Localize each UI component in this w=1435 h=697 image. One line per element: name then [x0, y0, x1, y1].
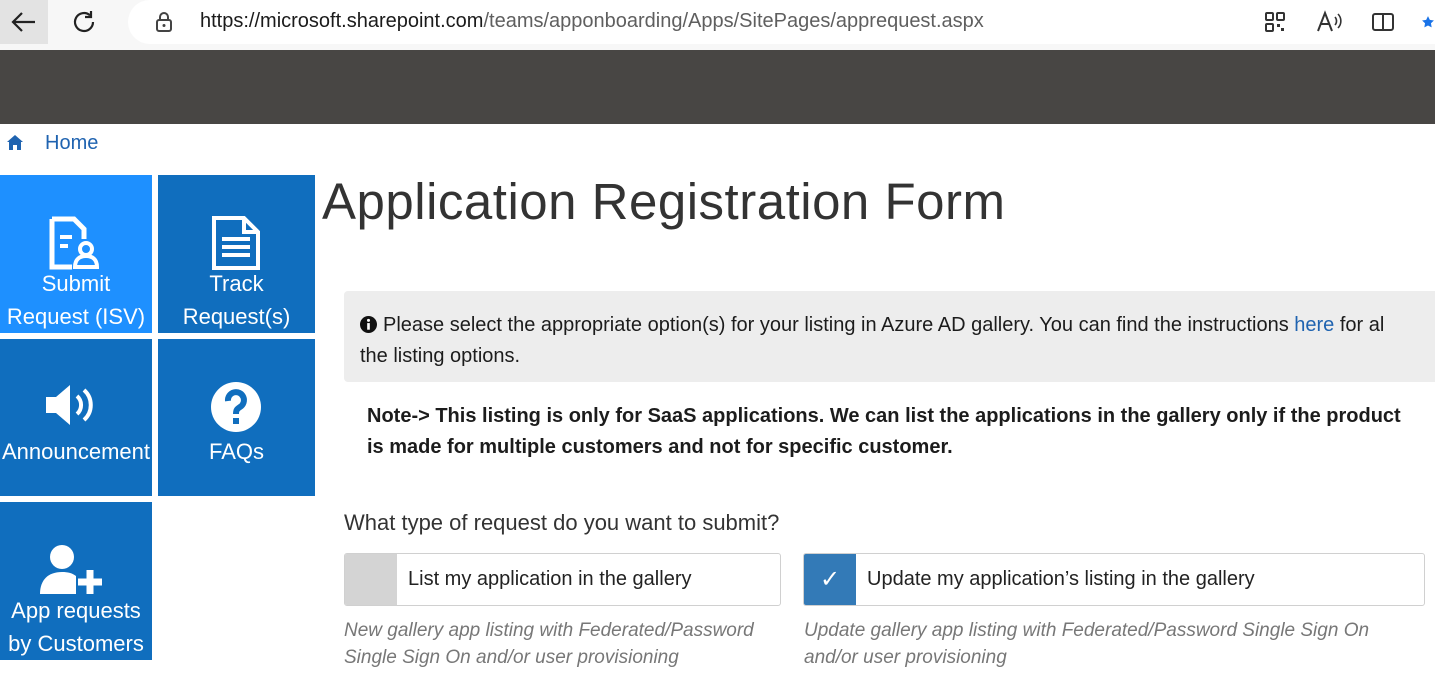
apps-grid-icon[interactable] — [1261, 8, 1289, 36]
tile-track-label: Track Request(s) — [182, 271, 291, 329]
tile-announcement-label: Announcement — [2, 439, 150, 464]
split-screen-icon[interactable] — [1369, 8, 1397, 36]
lock-icon[interactable] — [152, 10, 176, 34]
note-line-1: Note-> This listing is only for SaaS app… — [367, 405, 1401, 427]
tile-faqs-label: FAQs — [208, 439, 264, 464]
read-aloud-icon[interactable] — [1315, 8, 1343, 36]
reload-icon — [73, 11, 95, 33]
tile-track-requests[interactable]: Track Request(s) — [158, 175, 315, 333]
option-update-label: Update my application’s listing in the g… — [867, 568, 1255, 590]
speaker-icon — [46, 385, 93, 425]
option-update-checkbox[interactable]: ✓ — [804, 554, 856, 605]
info-icon — [360, 316, 377, 333]
tile-app-requests-by-customers[interactable]: App requests by Customers — [0, 502, 152, 660]
url-text[interactable]: https://microsoft.sharepoint.com/teams/a… — [200, 10, 984, 33]
info-message: Please select the appropriate option(s) … — [360, 310, 1435, 372]
option-list-application[interactable]: List my application in the gallery — [344, 553, 781, 606]
info-text-after: for al — [1334, 314, 1385, 336]
page-title: Application Registration Form — [322, 173, 1006, 230]
site-header-bar — [0, 50, 1435, 124]
option-list-checkbox[interactable] — [345, 554, 397, 605]
tile-faqs[interactable]: FAQs — [158, 339, 315, 496]
form-user-icon — [49, 216, 100, 270]
favorite-star-icon[interactable] — [1421, 8, 1435, 36]
tile-app-requests-label: App requests by Customers — [8, 598, 144, 656]
url-path: /teams/apponboarding/Apps/SitePages/appr… — [483, 10, 984, 32]
option-list-label: List my application in the gallery — [408, 568, 692, 590]
question-circle-icon — [211, 382, 261, 432]
info-line-1: Please select the appropriate option(s) … — [360, 310, 1435, 341]
option-list-description: New gallery app listing with Federated/P… — [344, 620, 754, 668]
instructions-link[interactable]: here — [1294, 314, 1334, 336]
reload-button[interactable] — [62, 2, 106, 42]
note-message: Note-> This listing is only for SaaS app… — [367, 401, 1435, 463]
add-user-icon — [40, 545, 102, 594]
tile-announcement[interactable]: Announcement — [0, 339, 152, 496]
request-type-question: What type of request do you want to subm… — [344, 510, 780, 535]
note-line-2: is made for multiple customers and not f… — [367, 436, 953, 458]
info-text-before: Please select the appropriate option(s) … — [383, 314, 1295, 336]
back-button[interactable] — [0, 0, 48, 44]
arrow-left-icon — [11, 12, 35, 32]
checkmark-icon: ✓ — [819, 566, 841, 593]
tile-submit-label: Submit Request (ISV) — [6, 271, 146, 329]
option-update-description: Update gallery app listing with Federate… — [804, 620, 1370, 668]
option-update-listing[interactable]: ✓ Update my application’s listing in the… — [803, 553, 1425, 606]
home-icon[interactable] — [6, 134, 24, 152]
url-host: https://microsoft.sharepoint.com — [200, 10, 484, 32]
document-icon — [212, 216, 260, 270]
tile-submit-request[interactable]: Submit Request (ISV) — [0, 175, 152, 333]
home-link[interactable]: Home — [45, 132, 98, 155]
info-line-2: the listing options. — [360, 345, 521, 367]
